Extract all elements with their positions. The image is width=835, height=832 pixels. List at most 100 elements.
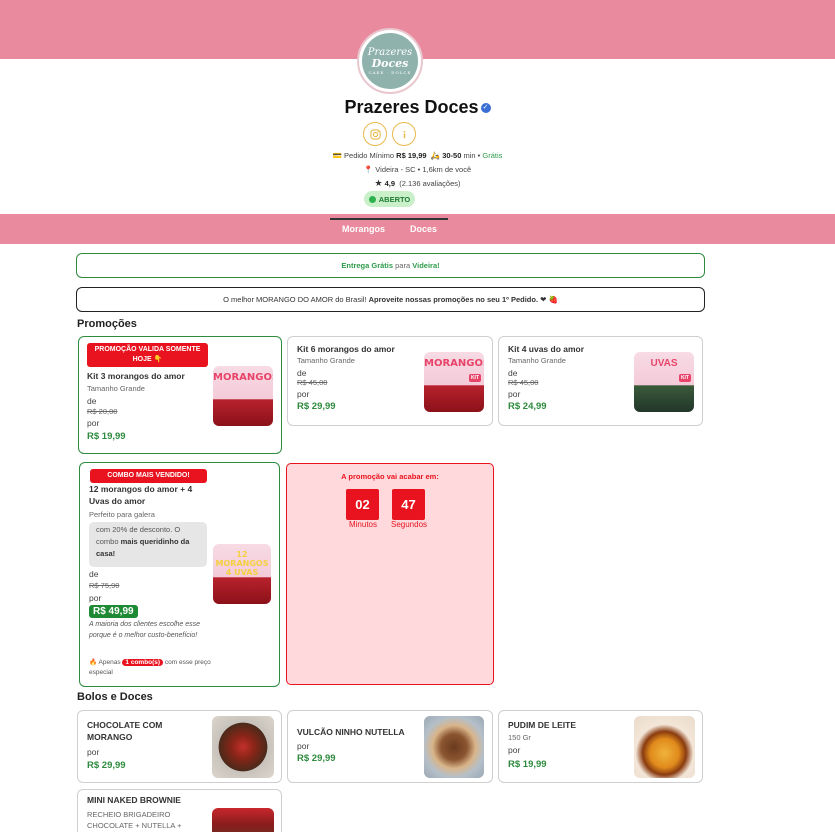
product-image: 12 MORANGOS 4 UVAS bbox=[213, 544, 271, 604]
store-logo: Prazeres Doces CAKE · DOLCE bbox=[357, 28, 423, 94]
instagram-icon[interactable] bbox=[363, 122, 387, 146]
product-card-pudim[interactable]: PUDIM DE LEITE 150 Gr por R$ 19,99 bbox=[498, 710, 703, 783]
product-image: MORANGOS KIT bbox=[424, 352, 484, 412]
status-badge: ABERTO bbox=[364, 191, 415, 207]
product-name: CHOCOLATE COM MORANGO bbox=[87, 720, 163, 742]
product-image bbox=[212, 808, 274, 832]
product-price: R$ 24,99 bbox=[508, 400, 547, 412]
timer-seconds-label: Segundos bbox=[390, 520, 428, 529]
product-image bbox=[424, 716, 484, 778]
product-desc: Tamanho Grande bbox=[87, 383, 145, 393]
store-actions bbox=[363, 122, 416, 146]
por-label: por bbox=[297, 388, 310, 399]
de-label: de bbox=[297, 367, 307, 378]
location-info: 📍 Videira - SC • 1,6km de você bbox=[0, 165, 835, 174]
timer-minutes: 02 bbox=[346, 489, 379, 520]
product-desc: Tamanho Grande bbox=[297, 355, 355, 365]
product-desc: Tamanho Grande bbox=[508, 355, 566, 365]
old-price: R$ 45,00 bbox=[508, 377, 539, 387]
product-desc: 150 Gr bbox=[508, 733, 531, 742]
product-name: VULCÃO NINHO NUTELLA bbox=[297, 727, 405, 737]
product-name: 12 morangos do amor + 4 Uvas do amor bbox=[89, 484, 193, 506]
logo-text-3: CAKE · DOLCE bbox=[368, 69, 412, 75]
combo-italic-note: A maioria dos clientes escolhe esse porq… bbox=[89, 621, 201, 639]
old-price: R$ 45,00 bbox=[297, 377, 328, 387]
por-label: por bbox=[508, 388, 521, 399]
product-desc: Perfeito para galera bbox=[89, 510, 155, 519]
tab-doces[interactable]: Doces bbox=[410, 224, 437, 234]
product-card-kit6[interactable]: Kit 6 morangos do amor Tamanho Grande de… bbox=[287, 336, 493, 426]
product-name: Kit 4 uvas do amor bbox=[508, 344, 585, 354]
fire-icon: 🔥 bbox=[89, 659, 98, 666]
logo-text-1: Prazeres bbox=[367, 46, 413, 58]
section-title-promocoes: Promoções bbox=[77, 318, 137, 330]
de-label: de bbox=[89, 569, 99, 579]
product-card-vulcao[interactable]: VULCÃO NINHO NUTELLA por R$ 29,99 bbox=[287, 710, 493, 783]
product-card-uvas[interactable]: Kit 4 uvas do amor Tamanho Grande de R$ … bbox=[498, 336, 703, 426]
pin-icon: 📍 bbox=[363, 165, 374, 174]
product-image bbox=[634, 716, 695, 778]
product-price: R$ 19,99 bbox=[508, 759, 547, 770]
product-price: R$ 29,99 bbox=[297, 753, 336, 764]
product-card-brownie[interactable]: MINI NAKED BROWNIE RECHEIO BRIGADEIRO CH… bbox=[77, 789, 282, 832]
product-name: Kit 3 morangos do amor bbox=[87, 371, 185, 381]
bike-icon: 🛵 bbox=[430, 151, 441, 160]
status-text: ABERTO bbox=[378, 194, 411, 204]
delivery-fee: Grátis bbox=[482, 151, 503, 160]
promo-banner-bold: Aproveite nossas promoções no seu 1º Ped… bbox=[368, 295, 539, 304]
rating-info: ★ 4,9 (2.136 avaliações) bbox=[0, 178, 835, 189]
combo-note: com 20% de desconto. O combo mais querid… bbox=[89, 522, 207, 567]
rating-value: 4,9 bbox=[384, 179, 396, 188]
section-title-bolos: Bolos e Doces bbox=[77, 691, 153, 703]
product-price: R$ 29,99 bbox=[297, 400, 336, 412]
tab-morangos[interactable]: Morangos bbox=[342, 224, 385, 234]
por-label: por bbox=[508, 745, 521, 755]
wallet-icon: 💳 bbox=[332, 151, 342, 160]
product-card-combo[interactable]: COMBO MAIS VENDIDO! 12 morangos do amor … bbox=[79, 462, 280, 687]
thumb-title: UVAS bbox=[650, 358, 678, 369]
free-delivery-text-1: Entrega Grátis bbox=[341, 261, 394, 270]
combo-tag: COMBO MAIS VENDIDO! bbox=[90, 469, 207, 484]
promo-banner-emoji: ❤ 🍓 bbox=[540, 295, 558, 304]
min-order-label: Pedido Mínimo bbox=[344, 151, 395, 160]
por-label: por bbox=[297, 741, 310, 751]
product-name: Kit 6 morangos do amor bbox=[297, 344, 395, 354]
thumb-title: 12 MORANGOS 4 UVAS bbox=[215, 550, 269, 577]
old-price: R$ 75,90 bbox=[89, 581, 120, 590]
product-price: R$ 49,99 bbox=[89, 605, 138, 618]
product-image: MORANGOS bbox=[213, 366, 273, 426]
verified-icon: ✓ bbox=[480, 103, 491, 114]
nav-active-indicator bbox=[330, 218, 448, 220]
status-dot-icon bbox=[368, 195, 376, 203]
product-desc: RECHEIO BRIGADEIRO CHOCOLATE + NUTELLA + bbox=[87, 810, 182, 831]
promo-banner-text: O melhor MORANGO DO AMOR do Brasil! bbox=[223, 295, 367, 304]
info-icon[interactable] bbox=[392, 122, 416, 146]
por-label: por bbox=[87, 747, 100, 757]
order-info: 💳 Pedido Mínimo R$ 19,99 🛵 30-50 min • G… bbox=[332, 151, 503, 160]
location-text: Videira - SC • 1,6km de você bbox=[375, 165, 472, 174]
store-name-text: Prazeres Doces bbox=[344, 97, 479, 117]
timer-seconds: 47 bbox=[392, 489, 425, 520]
promo-tag: PROMOÇÃO VALIDA SOMENTE HOJE 👇 bbox=[87, 343, 208, 368]
countdown-timer: A promoção vai acabar em: 02 47 Minutos … bbox=[286, 463, 494, 685]
timer-title: A promoção vai acabar em: bbox=[341, 472, 439, 481]
free-delivery-banner: Entrega Grátis para Videira! bbox=[76, 253, 705, 278]
kit-badge: KIT bbox=[468, 374, 481, 382]
product-name: MINI NAKED BROWNIE bbox=[87, 795, 181, 805]
product-image bbox=[212, 716, 274, 778]
product-card-chocolate[interactable]: CHOCOLATE COM MORANGO por R$ 29,99 bbox=[77, 710, 282, 783]
promo-banner: O melhor MORANGO DO AMOR do Brasil! Apro… bbox=[76, 287, 705, 312]
thumb-title: MORANGOS bbox=[213, 372, 273, 383]
reviews-count: (2.136 avaliações) bbox=[399, 179, 461, 188]
free-delivery-text-3: Videira! bbox=[412, 261, 440, 270]
free-delivery-text-2: para bbox=[395, 261, 411, 270]
de-label: de bbox=[87, 395, 97, 406]
por-label: por bbox=[87, 417, 100, 428]
por-label: por bbox=[89, 593, 102, 603]
delivery-unit: min bbox=[463, 151, 476, 160]
kit-badge: KIT bbox=[678, 374, 691, 382]
scarcity-prefix: Apenas bbox=[98, 659, 121, 666]
product-card-kit3[interactable]: PROMOÇÃO VALIDA SOMENTE HOJE 👇 Kit 3 mor… bbox=[78, 336, 282, 454]
logo-text-2: Doces bbox=[371, 56, 409, 70]
min-order-value: R$ 19,99 bbox=[396, 151, 427, 160]
